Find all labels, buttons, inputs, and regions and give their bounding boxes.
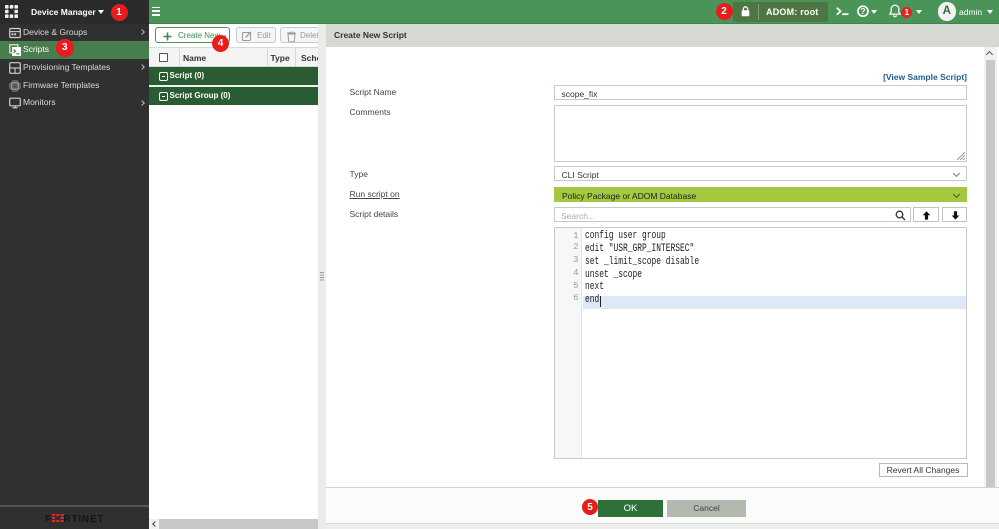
svg-text:?: ?: [860, 6, 865, 16]
